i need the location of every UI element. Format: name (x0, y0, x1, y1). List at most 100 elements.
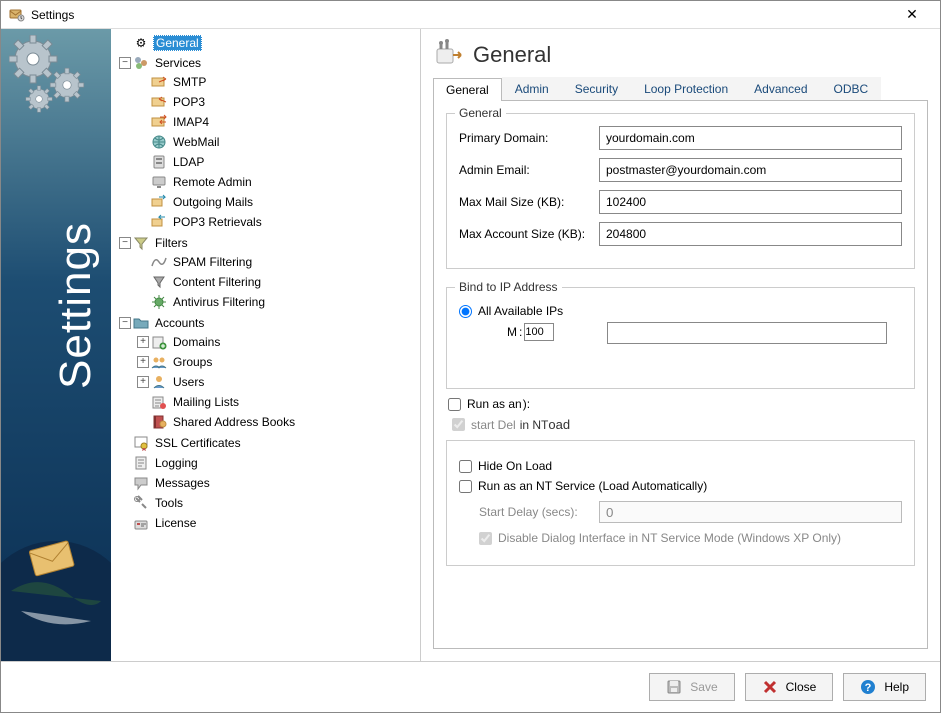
max-mail-size-label: Max Mail Size (KB): (459, 195, 599, 209)
run-as-service-label: Run as an NT Service (Load Automatically… (478, 479, 707, 493)
tree-item-shared-address[interactable]: Shared Address Books (135, 413, 420, 431)
tree-item-users[interactable]: +Users (135, 373, 420, 391)
tab-general[interactable]: General (433, 78, 502, 101)
tree-item-domains[interactable]: +Domains (135, 333, 420, 351)
messages-icon (133, 475, 149, 491)
max-account-size-label: Max Account Size (KB): (459, 227, 599, 241)
tree-item-messages[interactable]: Messages (117, 474, 420, 492)
hide-on-load-checkbox[interactable] (459, 460, 472, 473)
in-nt-fragment: in NT (520, 418, 549, 432)
tab-admin[interactable]: Admin (502, 77, 562, 100)
tree-item-antivirus[interactable]: Antivirus Filtering (135, 293, 420, 311)
nav-tree[interactable]: ⚙General −Services SMTP POP3 IMAP4 WebMa… (111, 33, 420, 533)
group-bind-ip: Bind to IP Address All Available IPs M: (446, 287, 915, 389)
tree-item-remote-admin[interactable]: Remote Admin (135, 173, 420, 191)
tree-item-content-filter[interactable]: Content Filtering (135, 273, 420, 291)
tree-item-spam[interactable]: SPAM Filtering (135, 253, 420, 271)
tree-item-accounts[interactable]: −Accounts (117, 314, 420, 332)
tree-item-pop3-retrievals[interactable]: POP3 Retrievals (135, 213, 420, 231)
tree-item-mailing-lists[interactable]: Mailing Lists (135, 393, 420, 411)
admin-email-input[interactable] (599, 158, 902, 182)
tree-item-filters[interactable]: −Filters (117, 234, 420, 252)
primary-domain-label: Primary Domain: (459, 131, 599, 145)
admin-email-label: Admin Email: (459, 163, 599, 177)
primary-domain-input[interactable] (599, 126, 902, 150)
tree-item-ldap[interactable]: LDAP (135, 153, 420, 171)
glitch-region: M: (477, 322, 902, 362)
hide-on-load-label: Hide On Load (478, 459, 552, 473)
help-button[interactable]: ? Help (843, 673, 926, 701)
close-button[interactable]: Close (745, 673, 834, 701)
start-del-fragment: start Del (471, 418, 516, 432)
pop3-ret-icon (151, 214, 167, 230)
save-icon (666, 679, 682, 695)
disable-dialog-label: Disable Dialog Interface in NT Service M… (498, 531, 841, 545)
group-general-legend: General (455, 106, 506, 120)
tree-item-outgoing[interactable]: Outgoing Mails (135, 193, 420, 211)
expand-icon[interactable]: + (137, 336, 149, 348)
close-icon[interactable]: ✕ (892, 6, 932, 23)
oad-fragment: oad (548, 417, 570, 432)
gear-icon: ⚙ (133, 35, 149, 51)
max-mail-size-input[interactable] (599, 190, 902, 214)
collapse-icon[interactable]: − (119, 57, 131, 69)
tree-item-logging[interactable]: Logging (117, 454, 420, 472)
tree-item-imap4[interactable]: IMAP4 (135, 113, 420, 131)
tree-item-webmail[interactable]: WebMail (135, 133, 420, 151)
tree-item-groups[interactable]: +Groups (135, 353, 420, 371)
license-icon (133, 515, 149, 531)
save-button[interactable]: Save (649, 673, 734, 701)
run-as-checkbox-fragment[interactable] (448, 398, 461, 411)
banner-title: Settings (51, 222, 101, 389)
tree-item-pop3[interactable]: POP3 (135, 93, 420, 111)
tab-advanced[interactable]: Advanced (741, 77, 820, 100)
tab-strip: General Admin Security Loop Protection A… (433, 77, 928, 101)
left-banner: Settings (1, 29, 111, 661)
glitch-input[interactable] (524, 323, 554, 341)
run-as-service-checkbox[interactable] (459, 480, 472, 493)
start-delay-label: Start Delay (secs): (479, 505, 599, 519)
domain-icon (151, 334, 167, 350)
expand-icon[interactable]: + (137, 376, 149, 388)
run-as-label-fragment: Run as an (467, 397, 522, 411)
tab-loop-protection[interactable]: Loop Protection (631, 77, 741, 100)
tree-item-general[interactable]: ⚙General (117, 34, 420, 52)
mailing-list-icon (151, 394, 167, 410)
page-title: General (473, 42, 551, 68)
expand-icon[interactable]: + (137, 356, 149, 368)
bind-all-ips-label: All Available IPs (478, 304, 563, 318)
webmail-icon (151, 134, 167, 150)
start-delay-input (599, 501, 902, 523)
ldap-icon (151, 154, 167, 170)
help-icon: ? (860, 679, 876, 695)
collapse-icon[interactable]: − (119, 317, 131, 329)
group-general: General Primary Domain: Admin Email: Max… (446, 113, 915, 269)
mail-out-icon (151, 74, 167, 90)
tree-item-smtp[interactable]: SMTP (135, 73, 420, 91)
start-del-checkbox-fragment (452, 418, 465, 431)
logging-icon (133, 455, 149, 471)
remote-admin-icon (151, 174, 167, 190)
group-nt-service: Hide On Load Run as an NT Service (Load … (446, 440, 915, 566)
window-title: Settings (31, 8, 892, 22)
services-icon (133, 55, 149, 71)
spam-icon (151, 254, 167, 270)
collapse-icon[interactable]: − (119, 237, 131, 249)
bind-all-ips-radio[interactable] (459, 305, 472, 318)
tree-item-ssl[interactable]: SSL Certificates (117, 434, 420, 452)
address-book-icon (151, 414, 167, 430)
disable-dialog-checkbox (479, 532, 492, 545)
tree-item-services[interactable]: −Services (117, 54, 420, 72)
app-icon (9, 7, 25, 23)
groups-icon (151, 354, 167, 370)
max-account-size-input[interactable] (599, 222, 902, 246)
folder-icon (133, 315, 149, 331)
tree-item-tools[interactable]: Tools (117, 494, 420, 512)
certificate-icon (133, 435, 149, 451)
page-icon (433, 39, 465, 71)
tab-odbc[interactable]: ODBC (821, 77, 882, 100)
mail-in-icon (151, 94, 167, 110)
tree-item-license[interactable]: License (117, 514, 420, 532)
antivirus-icon (151, 294, 167, 310)
tab-security[interactable]: Security (562, 77, 631, 100)
